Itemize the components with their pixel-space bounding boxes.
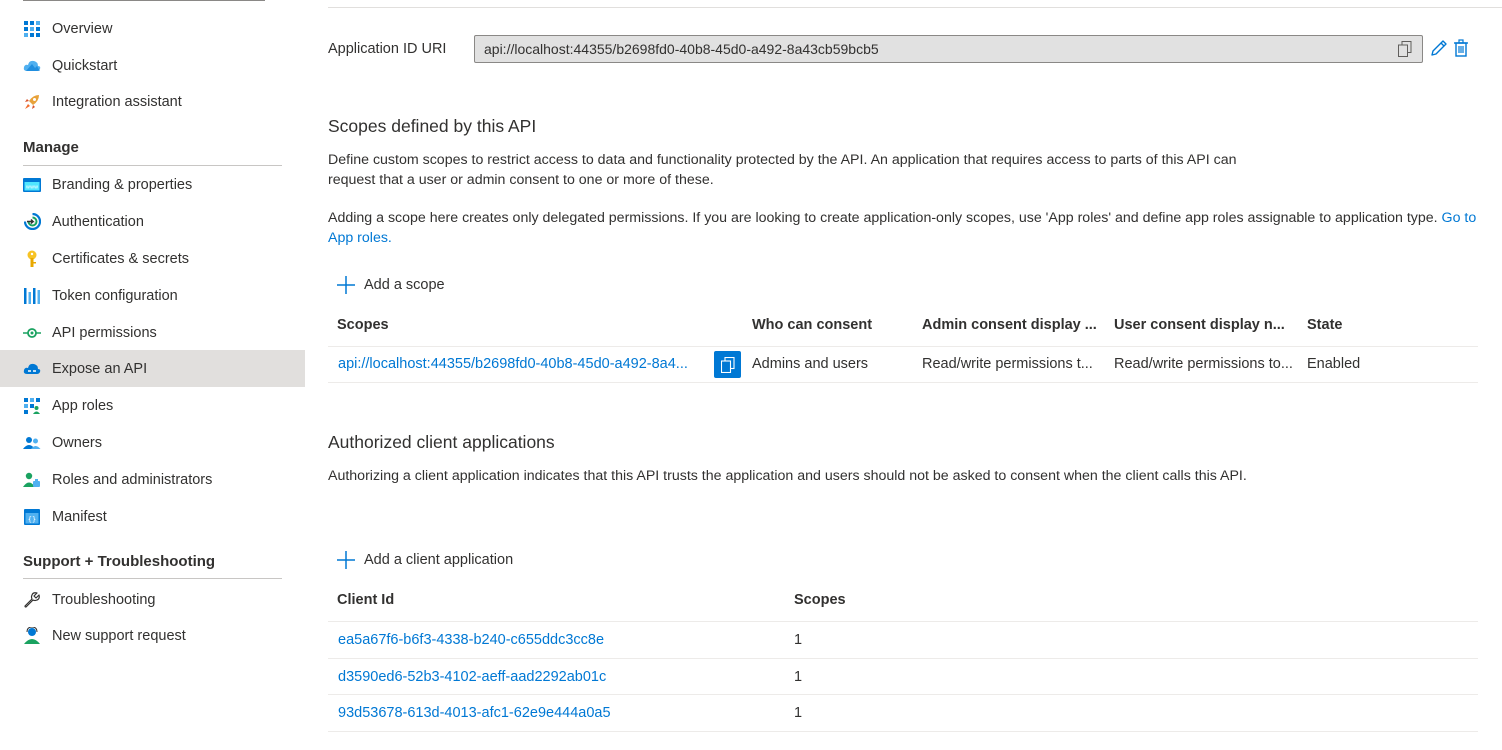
sidebar-item-label: Roles and administrators: [52, 471, 213, 488]
clients-description: Authorizing a client application indicat…: [328, 468, 1247, 484]
sidebar-item-label: Quickstart: [52, 57, 118, 74]
sidebar-item-label: Expose an API: [52, 360, 148, 377]
scopes-app-roles-note: Adding a scope here creates only delegat…: [328, 208, 1478, 248]
manage-heading: Manage: [23, 139, 79, 156]
sidebar-item-troubleshooting[interactable]: Troubleshooting: [0, 581, 305, 618]
app-id-uri-field[interactable]: api://localhost:44355/b2698fd0-40b8-45d0…: [474, 35, 1423, 63]
sidebar-item-quickstart[interactable]: Quickstart: [0, 47, 305, 84]
cloud-api-icon: [23, 360, 41, 378]
admin-display-cell: Read/write permissions t...: [922, 356, 1093, 372]
client-scopes-count: 1: [794, 669, 803, 685]
sidebar-item-label: API permissions: [52, 324, 157, 341]
sidebar-item-roles-administrators[interactable]: Roles and administrators: [0, 461, 305, 498]
col-header-who-can-consent[interactable]: Who can consent: [752, 317, 872, 333]
sidebar-item-label: New support request: [52, 627, 186, 644]
delete-trash-icon[interactable]: [1453, 39, 1473, 59]
table-header-divider: [328, 346, 1478, 347]
top-divider: [328, 7, 1502, 8]
add-client-application-button[interactable]: Add a client application: [336, 550, 513, 570]
authentication-icon: [23, 213, 41, 231]
scopes-section-title: Scopes defined by this API: [328, 116, 537, 136]
sidebar-item-label: Authentication: [52, 213, 144, 230]
sidebar-item-label: Manifest: [52, 508, 107, 525]
sidebar-item-owners[interactable]: Owners: [0, 424, 305, 461]
state-cell: Enabled: [1307, 356, 1361, 372]
col-header-scopes[interactable]: Scopes: [794, 592, 846, 608]
col-header-state[interactable]: State: [1307, 317, 1342, 333]
user-display-cell: Read/write permissions to...: [1114, 356, 1293, 372]
sidebar-item-label: Troubleshooting: [52, 591, 156, 608]
sidebar-item-overview[interactable]: Overview: [0, 10, 305, 47]
support-person-icon: [23, 627, 41, 645]
col-header-scopes[interactable]: Scopes: [337, 317, 389, 333]
manifest-icon: {}: [23, 508, 41, 526]
app-roles-icon: [23, 397, 41, 415]
add-client-application-label: Add a client application: [364, 552, 514, 568]
svg-text:{}: {}: [28, 515, 36, 523]
wrench-icon: [23, 591, 41, 609]
app-id-uri-label: Application ID URI: [328, 41, 447, 57]
app-id-uri-value: api://localhost:44355/b2698fd0-40b8-45d0…: [484, 41, 879, 57]
table-row-divider: [328, 382, 1478, 383]
client-id-link[interactable]: ea5a67f6-b6f3-4338-b240-c655ddc3cc8e: [338, 632, 604, 648]
sidebar-item-manifest[interactable]: {} Manifest: [0, 498, 305, 535]
col-header-user-consent-display[interactable]: User consent display n...: [1114, 317, 1285, 333]
client-scopes-count: 1: [794, 632, 803, 648]
sidebar-item-authentication[interactable]: Authentication: [0, 203, 305, 240]
support-heading: Support + Troubleshooting: [23, 553, 216, 570]
col-header-client-id[interactable]: Client Id: [337, 592, 394, 608]
branding-icon: www: [23, 176, 41, 194]
sidebar-item-certificates-secrets[interactable]: Certificates & secrets: [0, 240, 305, 277]
sidebar-top-divider: [23, 0, 265, 1]
api-permissions-icon: [23, 324, 41, 342]
table-row-divider: [328, 694, 1478, 695]
edit-pencil-icon[interactable]: [1430, 39, 1450, 59]
table-row-divider: [328, 731, 1478, 732]
cloud-icon: [23, 57, 41, 75]
copy-scope-button[interactable]: [714, 351, 741, 378]
copy-icon: [720, 356, 735, 373]
key-icon: [23, 250, 41, 268]
grid-icon: [23, 20, 41, 38]
owners-icon: [23, 434, 41, 452]
support-divider: [23, 578, 282, 579]
sidebar-item-label: Certificates & secrets: [52, 250, 189, 267]
client-scopes-count: 1: [794, 705, 803, 721]
table-row-divider: [328, 658, 1478, 659]
scopes-app-roles-text: Adding a scope here creates only delegat…: [328, 210, 1438, 226]
copy-icon[interactable]: [1398, 41, 1414, 57]
plus-icon: [336, 550, 356, 570]
client-id-link[interactable]: 93d53678-613d-4013-afc1-62e9e444a0a5: [338, 705, 611, 721]
who-can-consent-cell: Admins and users: [752, 356, 869, 372]
plus-icon: [336, 275, 356, 295]
rocket-icon: [23, 93, 41, 111]
sidebar-item-label: Owners: [52, 434, 102, 451]
sidebar-item-label: Branding & properties: [52, 176, 193, 193]
token-bars-icon: [23, 287, 41, 305]
clients-section-title: Authorized client applications: [328, 432, 555, 452]
sidebar-item-label: App roles: [52, 397, 114, 414]
sidebar-item-branding[interactable]: www Branding & properties: [0, 166, 305, 203]
sidebar-item-label: Token configuration: [52, 287, 178, 304]
add-scope-button[interactable]: Add a scope: [336, 275, 445, 295]
scopes-description: Define custom scopes to restrict access …: [328, 152, 1237, 188]
scope-link[interactable]: api://localhost:44355/b2698fd0-40b8-45d0…: [338, 356, 706, 372]
svg-text:www: www: [26, 184, 38, 190]
client-id-link[interactable]: d3590ed6-52b3-4102-aeff-aad2292ab01c: [338, 669, 606, 685]
roles-admins-icon: [23, 471, 41, 489]
col-header-admin-consent-display[interactable]: Admin consent display ...: [922, 317, 1097, 333]
sidebar-item-token-configuration[interactable]: Token configuration: [0, 277, 305, 314]
table-header-divider: [328, 621, 1478, 622]
sidebar: Overview Quickstart Integration assistan…: [0, 0, 305, 750]
add-scope-label: Add a scope: [364, 277, 445, 293]
sidebar-item-api-permissions[interactable]: API permissions: [0, 314, 305, 351]
sidebar-item-label: Overview: [52, 20, 113, 37]
sidebar-item-integration-assistant[interactable]: Integration assistant: [0, 83, 305, 120]
sidebar-item-app-roles[interactable]: App roles: [0, 387, 305, 424]
sidebar-item-label: Integration assistant: [52, 93, 182, 110]
sidebar-item-new-support-request[interactable]: New support request: [0, 617, 305, 654]
sidebar-item-expose-api[interactable]: Expose an API: [0, 350, 305, 387]
